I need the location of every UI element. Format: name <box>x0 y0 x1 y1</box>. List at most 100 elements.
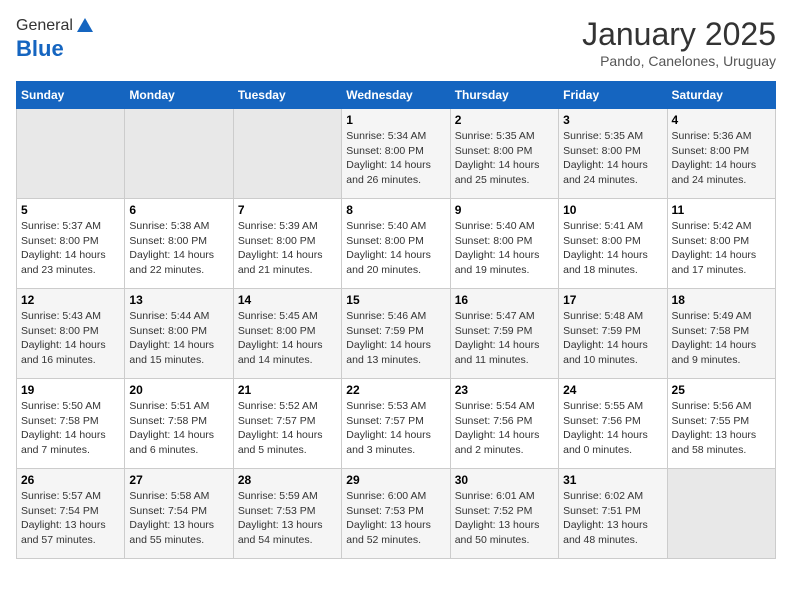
day-detail: Sunrise: 5:56 AM Sunset: 7:55 PM Dayligh… <box>672 400 757 456</box>
day-number: 16 <box>455 293 554 307</box>
day-number: 15 <box>346 293 445 307</box>
day-number: 31 <box>563 473 662 487</box>
day-detail: Sunrise: 6:00 AM Sunset: 7:53 PM Dayligh… <box>346 490 431 546</box>
day-detail: Sunrise: 5:42 AM Sunset: 8:00 PM Dayligh… <box>672 220 757 276</box>
calendar-cell <box>233 109 341 199</box>
day-number: 14 <box>238 293 337 307</box>
day-detail: Sunrise: 5:58 AM Sunset: 7:54 PM Dayligh… <box>129 490 214 546</box>
day-number: 5 <box>21 203 120 217</box>
day-detail: Sunrise: 5:50 AM Sunset: 7:58 PM Dayligh… <box>21 400 106 456</box>
calendar-cell: 28 Sunrise: 5:59 AM Sunset: 7:53 PM Dayli… <box>233 469 341 559</box>
calendar-cell: 2Sunrise: 5:35 AM Sunset: 8:00 PM Daylig… <box>450 109 558 199</box>
day-number: 6 <box>129 203 228 217</box>
calendar-cell: 3Sunrise: 5:35 AM Sunset: 8:00 PM Daylig… <box>559 109 667 199</box>
logo-blue-text: Blue <box>16 36 64 62</box>
day-detail: Sunrise: 5:53 AM Sunset: 7:57 PM Dayligh… <box>346 400 431 456</box>
calendar-cell: 11 Sunrise: 5:42 AM Sunset: 8:00 PM Dayli… <box>667 199 775 289</box>
calendar-cell: 16 Sunrise: 5:47 AM Sunset: 7:59 PM Dayli… <box>450 289 558 379</box>
day-detail: Sunrise: 5:44 AM Sunset: 8:00 PM Dayligh… <box>129 310 214 366</box>
day-number: 10 <box>563 203 662 217</box>
calendar-cell: 8 Sunrise: 5:40 AM Sunset: 8:00 PM Daylig… <box>342 199 450 289</box>
calendar-title: January 2025 <box>582 16 776 53</box>
calendar-cell: 23Sunrise: 5:54 AM Sunset: 7:56 PM Dayli… <box>450 379 558 469</box>
day-number: 19 <box>21 383 120 397</box>
day-number: 23 <box>455 383 554 397</box>
calendar-cell: 29 Sunrise: 6:00 AM Sunset: 7:53 PM Dayli… <box>342 469 450 559</box>
calendar-subtitle: Pando, Canelones, Uruguay <box>582 53 776 69</box>
day-detail: Sunrise: 5:35 AM Sunset: 8:00 PM Dayligh… <box>563 130 648 186</box>
calendar-week-row: 26Sunrise: 5:57 AM Sunset: 7:54 PM Dayli… <box>17 469 776 559</box>
calendar-cell: 10 Sunrise: 5:41 AM Sunset: 8:00 PM Dayli… <box>559 199 667 289</box>
day-detail: Sunrise: 5:40 AM Sunset: 8:00 PM Dayligh… <box>346 220 431 276</box>
calendar-cell: 6 Sunrise: 5:38 AM Sunset: 8:00 PM Daylig… <box>125 199 233 289</box>
day-detail: Sunrise: 6:01 AM Sunset: 7:52 PM Dayligh… <box>455 490 540 546</box>
day-number: 21 <box>238 383 337 397</box>
calendar-cell: 17 Sunrise: 5:48 AM Sunset: 7:59 PM Dayli… <box>559 289 667 379</box>
title-block: January 2025 Pando, Canelones, Uruguay <box>582 16 776 69</box>
calendar-cell: 26Sunrise: 5:57 AM Sunset: 7:54 PM Dayli… <box>17 469 125 559</box>
calendar-cell <box>17 109 125 199</box>
calendar-cell: 19 Sunrise: 5:50 AM Sunset: 7:58 PM Dayli… <box>17 379 125 469</box>
day-detail: Sunrise: 5:38 AM Sunset: 8:00 PM Dayligh… <box>129 220 214 276</box>
calendar-cell <box>667 469 775 559</box>
day-number: 2 <box>455 113 554 127</box>
calendar-cell: 7 Sunrise: 5:39 AM Sunset: 8:00 PM Daylig… <box>233 199 341 289</box>
day-number: 22 <box>346 383 445 397</box>
header-saturday: Saturday <box>667 82 775 109</box>
day-number: 11 <box>672 203 771 217</box>
day-detail: Sunrise: 5:48 AM Sunset: 7:59 PM Dayligh… <box>563 310 648 366</box>
day-number: 26 <box>21 473 120 487</box>
calendar-cell: 20Sunrise: 5:51 AM Sunset: 7:58 PM Dayli… <box>125 379 233 469</box>
header-sunday: Sunday <box>17 82 125 109</box>
calendar-cell: 30Sunrise: 6:01 AM Sunset: 7:52 PM Dayli… <box>450 469 558 559</box>
calendar-week-row: 12Sunrise: 5:43 AM Sunset: 8:00 PM Dayli… <box>17 289 776 379</box>
calendar-cell: 12Sunrise: 5:43 AM Sunset: 8:00 PM Dayli… <box>17 289 125 379</box>
day-detail: Sunrise: 5:47 AM Sunset: 7:59 PM Dayligh… <box>455 310 540 366</box>
day-number: 17 <box>563 293 662 307</box>
calendar-header-row: Sunday Monday Tuesday Wednesday Thursday… <box>17 82 776 109</box>
day-detail: Sunrise: 5:34 AM Sunset: 8:00 PM Dayligh… <box>346 130 431 186</box>
day-detail: Sunrise: 6:02 AM Sunset: 7:51 PM Dayligh… <box>563 490 648 546</box>
calendar-cell: 22 Sunrise: 5:53 AM Sunset: 7:57 PM Dayli… <box>342 379 450 469</box>
day-number: 7 <box>238 203 337 217</box>
day-number: 27 <box>129 473 228 487</box>
page-header: General Blue January 2025 Pando, Canelon… <box>16 16 776 69</box>
day-number: 24 <box>563 383 662 397</box>
logo-icon <box>75 16 95 36</box>
calendar-cell: 9Sunrise: 5:40 AM Sunset: 8:00 PM Daylig… <box>450 199 558 289</box>
day-number: 20 <box>129 383 228 397</box>
day-detail: Sunrise: 5:46 AM Sunset: 7:59 PM Dayligh… <box>346 310 431 366</box>
calendar-cell: 5Sunrise: 5:37 AM Sunset: 8:00 PM Daylig… <box>17 199 125 289</box>
calendar-cell: 24Sunrise: 5:55 AM Sunset: 7:56 PM Dayli… <box>559 379 667 469</box>
day-detail: Sunrise: 5:45 AM Sunset: 8:00 PM Dayligh… <box>238 310 323 366</box>
calendar-cell: 21 Sunrise: 5:52 AM Sunset: 7:57 PM Dayli… <box>233 379 341 469</box>
header-friday: Friday <box>559 82 667 109</box>
calendar-cell: 14 Sunrise: 5:45 AM Sunset: 8:00 PM Dayli… <box>233 289 341 379</box>
day-detail: Sunrise: 5:43 AM Sunset: 8:00 PM Dayligh… <box>21 310 106 366</box>
calendar-cell <box>125 109 233 199</box>
logo: General Blue <box>16 16 95 62</box>
logo-general-text: General <box>16 17 73 35</box>
calendar-cell: 4Sunrise: 5:36 AM Sunset: 8:00 PM Daylig… <box>667 109 775 199</box>
day-detail: Sunrise: 5:59 AM Sunset: 7:53 PM Dayligh… <box>238 490 323 546</box>
header-monday: Monday <box>125 82 233 109</box>
calendar-cell: 27 Sunrise: 5:58 AM Sunset: 7:54 PM Dayli… <box>125 469 233 559</box>
day-number: 25 <box>672 383 771 397</box>
calendar-cell: 1Sunrise: 5:34 AM Sunset: 8:00 PM Daylig… <box>342 109 450 199</box>
day-number: 9 <box>455 203 554 217</box>
calendar-week-row: 19 Sunrise: 5:50 AM Sunset: 7:58 PM Dayli… <box>17 379 776 469</box>
day-number: 29 <box>346 473 445 487</box>
header-wednesday: Wednesday <box>342 82 450 109</box>
calendar-week-row: 1Sunrise: 5:34 AM Sunset: 8:00 PM Daylig… <box>17 109 776 199</box>
day-detail: Sunrise: 5:49 AM Sunset: 7:58 PM Dayligh… <box>672 310 757 366</box>
day-detail: Sunrise: 5:41 AM Sunset: 8:00 PM Dayligh… <box>563 220 648 276</box>
calendar-table: Sunday Monday Tuesday Wednesday Thursday… <box>16 81 776 559</box>
day-detail: Sunrise: 5:39 AM Sunset: 8:00 PM Dayligh… <box>238 220 323 276</box>
day-number: 18 <box>672 293 771 307</box>
day-number: 28 <box>238 473 337 487</box>
calendar-cell: 25 Sunrise: 5:56 AM Sunset: 7:55 PM Dayli… <box>667 379 775 469</box>
day-number: 8 <box>346 203 445 217</box>
day-detail: Sunrise: 5:52 AM Sunset: 7:57 PM Dayligh… <box>238 400 323 456</box>
calendar-cell: 13Sunrise: 5:44 AM Sunset: 8:00 PM Dayli… <box>125 289 233 379</box>
day-number: 4 <box>672 113 771 127</box>
